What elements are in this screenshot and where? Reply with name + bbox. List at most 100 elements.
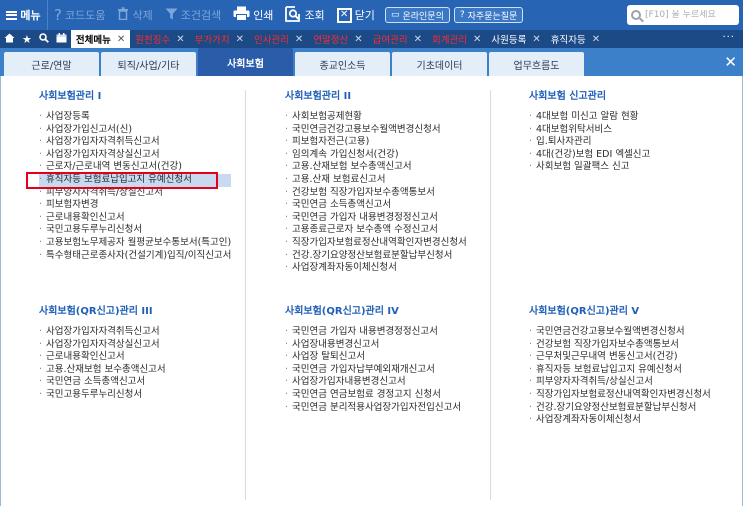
open-tab[interactable]: 휴직자등 ✕: [546, 30, 605, 48]
menu-item[interactable]: 건강보험 직장가입자보수총액통보서: [285, 187, 467, 200]
menu-item[interactable]: 국민고용두루누리신청서: [39, 224, 231, 237]
menu-item[interactable]: 사업장가입자자격상실신고서: [39, 149, 231, 162]
menu-item[interactable]: 사업장 탈퇴신고서: [285, 351, 461, 364]
menu-item[interactable]: 건강.장기요양정산보험료분할납부신청서: [529, 402, 711, 415]
faq-button[interactable]: ? 자주묻는질문: [453, 7, 524, 23]
open-tab[interactable]: 연말정산 ✕: [308, 30, 367, 48]
menu-item[interactable]: 직장가입자보험료정산내역확인자변경신청서: [285, 237, 467, 250]
menu-item[interactable]: 사업장가입자자격취득신고서: [39, 326, 166, 339]
menu-item[interactable]: 사업장가입자내용변경신고서: [285, 376, 461, 389]
menu-item[interactable]: 피보험자전근(고용): [285, 136, 467, 149]
star-icon[interactable]: ★: [22, 33, 32, 46]
inquiry-label: 조회: [304, 9, 325, 22]
menu-item[interactable]: 피보험자변경: [39, 199, 231, 212]
section-title: 사회보험(QR신고)관리 IV: [285, 306, 399, 317]
inquiry-button[interactable]: 조회: [279, 0, 330, 30]
category-tab[interactable]: 퇴직/사업/기타: [101, 52, 196, 76]
menu-item[interactable]: 국민연금 연금보험료 경정고지 신청서: [285, 389, 461, 402]
menu-item[interactable]: 4대보험위탁서비스: [529, 124, 650, 137]
open-tab-label: 인사관리: [253, 35, 289, 46]
condition-search-button[interactable]: 조건검색: [159, 0, 227, 30]
close-tab-icon[interactable]: ✕: [592, 34, 600, 45]
open-tab[interactable]: 원천징수 ✕: [130, 30, 189, 48]
menu-item[interactable]: 국민연금 소득총액신고서: [285, 199, 467, 212]
close-button[interactable]: ✕ 닫기: [331, 0, 381, 30]
menu-item[interactable]: 직장가입자보험료정산내역확인자변경신청서: [529, 389, 711, 402]
menu-item[interactable]: 특수형태근로종사자(건설기계)입직/이직신고서: [39, 250, 231, 263]
close-tab-icon[interactable]: ✕: [532, 34, 540, 45]
calendar-icon[interactable]: [56, 32, 67, 46]
menu-item[interactable]: 사업장가입신고서(신): [39, 124, 231, 137]
menu-item[interactable]: 근로자/근로내역 변동신고서(건강): [39, 161, 231, 174]
delete-button[interactable]: 삭제: [111, 0, 158, 30]
category-tab[interactable]: 종교인소득: [295, 52, 390, 76]
close-tab-icon[interactable]: ✕: [354, 34, 362, 45]
menu-item[interactable]: 국민연금건강고용보수월액변경신청서: [285, 124, 467, 137]
menu-item[interactable]: 국민연금 소득총액신고서: [39, 376, 166, 389]
menu-item[interactable]: 국민연금 분리적용사업장가입자전입신고서: [285, 402, 461, 415]
menu-item[interactable]: 피부양자자격취득/상실신고서: [39, 187, 231, 200]
open-tab[interactable]: 부가가치 ✕: [190, 30, 249, 48]
menu-item[interactable]: 고용종료근로자 보수총액 수정신고서: [285, 224, 467, 237]
menu-item[interactable]: 사업장등록: [39, 111, 231, 124]
open-tab[interactable]: 사원등록 ✕: [486, 30, 545, 48]
code-help-button[interactable]: ? 코드도움: [48, 0, 111, 30]
menu-item[interactable]: 사업장계좌자동이체신청서: [285, 262, 467, 275]
close-tab-icon[interactable]: ✕: [473, 34, 481, 45]
open-tab[interactable]: 회계관리 ✕: [427, 30, 486, 48]
menu-item[interactable]: 근무처및근무내역 변동신고서(건강): [529, 351, 711, 364]
menu-item[interactable]: 국민연금 가입자 내용변경정정신고서: [285, 326, 461, 339]
menu-item[interactable]: 사업장가입자자격상실신고서: [39, 339, 166, 352]
menu-item[interactable]: 고용.산재보험 보수총액신고서: [39, 364, 166, 377]
menu-item[interactable]: 고용.산재 보험료신고서: [285, 174, 467, 187]
menu-item[interactable]: 국민고용두루누리신청서: [39, 389, 166, 402]
search-icon[interactable]: [39, 32, 49, 46]
menu-item[interactable]: 건강.장기요양정산보험료분할납부신청서: [285, 250, 467, 263]
category-tab[interactable]: 사회보험: [198, 48, 293, 76]
menu-item[interactable]: 4대보험 미신고 알람 현황: [529, 111, 650, 124]
menu-item[interactable]: 고용.산재보험 보수총액신고서: [285, 161, 467, 174]
menu-item[interactable]: 국민연금 가입자납부예외재개신고서: [285, 364, 461, 377]
category-tab[interactable]: 기초데이터: [392, 52, 487, 76]
filter-icon: [165, 8, 178, 23]
menu-item[interactable]: 피부양자자격취득/상실신고서: [529, 376, 711, 389]
menu-item[interactable]: 사회보험 일괄팩스 신고: [529, 161, 650, 174]
menu-item[interactable]: 사업장내용변경신고서: [285, 339, 461, 352]
open-tab-label: 휴직자등: [550, 35, 586, 46]
close-tab-icon[interactable]: ✕: [295, 34, 303, 45]
menu-item[interactable]: 국민연금건강고용보수월액변경신청서: [529, 326, 711, 339]
menu-item[interactable]: 사회보험공제현황: [285, 111, 467, 124]
open-tab[interactable]: 인사관리 ✕: [249, 30, 308, 48]
search-input[interactable]: [645, 10, 735, 20]
open-tabs-list: 전체메뉴 ✕ 원천징수 ✕ 부가가치 ✕ 인사관리 ✕ 연말정산 ✕ 급여관리 ✕ 회계관리 ✕ 사원등록 ✕…: [70, 30, 605, 48]
menu-item[interactable]: 건강보험 직장가입자보수총액통보서: [529, 339, 711, 352]
search-doc-icon: [285, 5, 301, 25]
menu-item[interactable]: 휴직자등 보험료납입고지 유예신청서: [529, 364, 711, 377]
menu-item[interactable]: 국민연금 가입자 내용변경정정신고서: [285, 212, 467, 225]
menu-item[interactable]: 근로내용확인신고서: [39, 351, 166, 364]
menu-item[interactable]: 근로내용확인신고서: [39, 212, 231, 225]
open-tab[interactable]: 전체메뉴 ✕: [70, 30, 131, 48]
close-tab-icon[interactable]: ✕: [414, 34, 422, 45]
more-tabs-icon[interactable]: ···: [722, 32, 735, 43]
menu-item[interactable]: 입.퇴사자관리: [529, 136, 650, 149]
print-button[interactable]: 인쇄: [227, 0, 279, 30]
menu-item[interactable]: 고용보험노무제공자 월평균보수통보서(특고인): [39, 237, 231, 250]
online-inquiry-button[interactable]: ▭ 온라인문의: [384, 7, 450, 23]
menu-item[interactable]: 사업장가입자자격취득신고서: [39, 136, 231, 149]
menu-item[interactable]: 사업장계좌자동이체신청서: [529, 414, 711, 427]
menu-item-selected[interactable]: 휴직자등 보험료납입고지 유예신청서: [39, 173, 232, 187]
open-tab-label: 회계관리: [432, 35, 467, 46]
close-tab-icon[interactable]: ✕: [236, 34, 244, 45]
close-tab-icon[interactable]: ✕: [176, 34, 184, 45]
menu-search-box[interactable]: [627, 5, 739, 25]
menu-item[interactable]: 4대(건강)보험 EDI 엑셀신고: [529, 149, 650, 162]
home-icon[interactable]: [4, 33, 15, 46]
menu-item[interactable]: 임의계속 가입신청서(건강): [285, 149, 467, 162]
close-tab-icon[interactable]: ✕: [117, 34, 125, 45]
category-tab[interactable]: 근로/연말: [4, 52, 99, 76]
menu-button[interactable]: 메뉴: [0, 0, 48, 30]
category-tab[interactable]: 업무흐름도: [489, 52, 584, 76]
close-panel-icon[interactable]: ✕: [724, 55, 737, 70]
open-tab[interactable]: 급여관리 ✕: [368, 30, 427, 48]
